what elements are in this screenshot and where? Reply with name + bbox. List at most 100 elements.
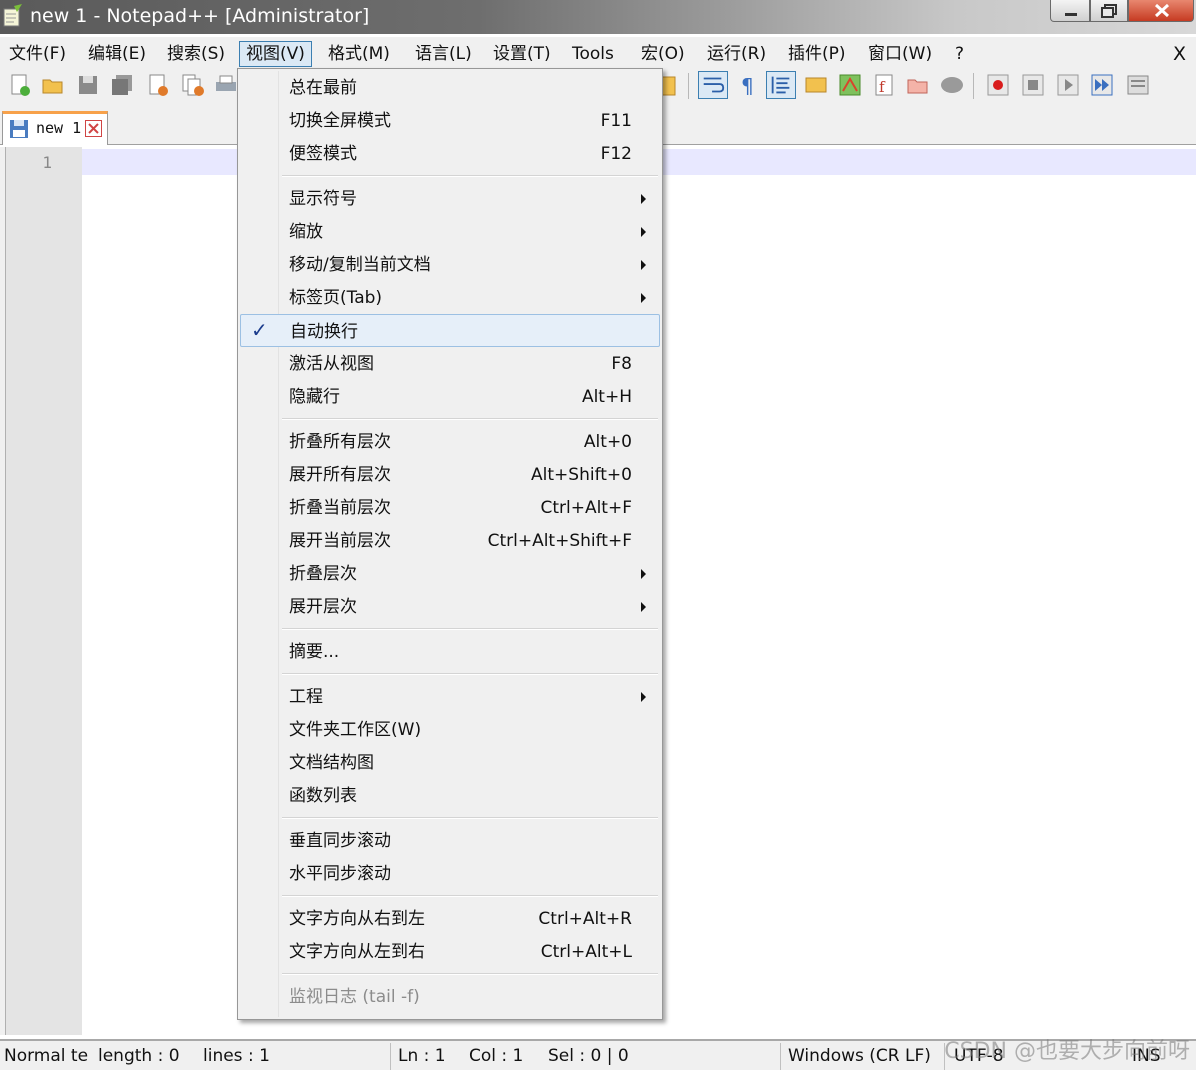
menu-item-label: 显示符号 <box>289 189 357 209</box>
menu-item-label: 折叠层次 <box>289 564 357 584</box>
status-column: Col : 1 <box>469 1046 524 1066</box>
view-menu-item[interactable]: 切换全屏模式 F11 <box>240 104 660 137</box>
view-menu-item[interactable]: 工程 <box>240 680 660 713</box>
menu-run[interactable]: 运行(R) <box>707 41 766 67</box>
menu-edit[interactable]: 编辑(E) <box>88 41 146 67</box>
run-macro-multiple-icon[interactable] <box>1090 73 1114 97</box>
close-window-button[interactable] <box>1128 0 1194 22</box>
maximize-button[interactable] <box>1090 0 1128 22</box>
view-menu-dropdown: 总在最前 切换全屏模式 F11 便签模式 F12 显示符号缩放 移动/复制当前文档 标签页(T… <box>237 68 663 1020</box>
menu-view[interactable]: 视图(V) <box>239 41 312 67</box>
menu-item-label: 隐藏行 <box>289 387 340 407</box>
view-menu-item[interactable]: 展开层次 <box>240 590 660 623</box>
minimize-button[interactable] <box>1050 0 1090 22</box>
show-all-chars-icon[interactable]: ¶ <box>736 73 760 97</box>
restore-icon <box>1101 4 1117 18</box>
checkmark-icon: ✓ <box>251 318 268 342</box>
menu-item-label: 展开层次 <box>289 597 357 617</box>
status-separator <box>780 1043 781 1070</box>
view-menu-item[interactable]: 函数列表 <box>240 779 660 812</box>
menu-item-label: 切换全屏模式 <box>289 111 391 131</box>
view-menu-item[interactable]: 水平同步滚动 <box>240 857 660 890</box>
save-macro-icon[interactable] <box>1126 73 1150 97</box>
saved-file-icon <box>10 120 28 138</box>
tab-close-icon[interactable] <box>85 120 102 137</box>
view-menu-item[interactable]: 移动/复制当前文档 <box>240 248 660 281</box>
view-menu-item[interactable]: 展开所有层次 Alt+Shift+0 <box>240 458 660 491</box>
menu-item-label: 折叠当前层次 <box>289 498 391 518</box>
save-icon[interactable] <box>76 73 100 97</box>
menu-item-shortcut: Ctrl+Alt+R <box>538 909 632 929</box>
menu-language[interactable]: 语言(L) <box>415 41 472 67</box>
watermark: CSDN @也要大步向前呀 <box>944 1039 1190 1064</box>
view-menu-item[interactable]: 文字方向从右到左 Ctrl+Alt+R <box>240 902 660 935</box>
document-map-icon[interactable] <box>838 73 862 97</box>
view-menu-item[interactable]: 缩放 <box>240 215 660 248</box>
folder-workspace-icon[interactable] <box>906 73 930 97</box>
tab-new-1[interactable]: new 1 <box>2 111 108 145</box>
view-menu-item[interactable]: 文字方向从左到右 Ctrl+Alt+L <box>240 935 660 968</box>
status-line: Ln : 1 <box>398 1046 446 1066</box>
view-menu-item: 监视日志 (tail -f) <box>240 980 660 1013</box>
view-menu-item[interactable]: 折叠当前层次 Ctrl+Alt+F <box>240 491 660 524</box>
view-menu-item[interactable]: ✓ 自动换行 <box>240 314 660 347</box>
view-menu-item[interactable]: 总在最前 <box>240 71 660 104</box>
status-selection: Sel : 0 | 0 <box>548 1046 629 1066</box>
menu-separator <box>282 973 658 975</box>
menu-macro[interactable]: 宏(O) <box>641 41 685 67</box>
close-all-icon[interactable] <box>181 73 205 97</box>
menu-search[interactable]: 搜索(S) <box>167 41 225 67</box>
view-menu-item[interactable]: 展开当前层次 Ctrl+Alt+Shift+F <box>240 524 660 557</box>
svg-text:¶: ¶ <box>741 74 754 97</box>
menu-item-label: 展开所有层次 <box>289 465 391 485</box>
view-menu-item[interactable]: 文档结构图 <box>240 746 660 779</box>
menu-file[interactable]: 文件(F) <box>9 41 66 67</box>
menu-item-shortcut: Ctrl+Alt+Shift+F <box>487 531 632 551</box>
user-lang-icon[interactable] <box>804 73 828 97</box>
menu-format[interactable]: 格式(M) <box>328 41 390 67</box>
view-menu-item[interactable]: 摘要... <box>240 635 660 668</box>
menu-settings[interactable]: 设置(T) <box>493 41 551 67</box>
view-menu-item[interactable]: 显示符号 <box>240 182 660 215</box>
window-title: new 1 - Notepad++ [Administrator] <box>30 5 370 27</box>
submenu-arrow-icon <box>641 602 646 612</box>
line-number: 1 <box>42 153 52 172</box>
function-list-icon[interactable]: f <box>872 73 896 97</box>
print-icon[interactable] <box>214 73 238 97</box>
view-menu-item[interactable]: 标签页(Tab) <box>240 281 660 314</box>
record-macro-icon[interactable] <box>986 73 1010 97</box>
menu-separator <box>282 895 658 897</box>
status-separator <box>390 1043 391 1070</box>
toolbar-separator <box>973 73 974 99</box>
close-file-icon[interactable] <box>146 73 170 97</box>
view-menu-item[interactable]: 激活从视图 F8 <box>240 347 660 380</box>
monitoring-icon[interactable] <box>940 73 964 97</box>
menu-item-shortcut: Alt+0 <box>583 432 632 452</box>
submenu-arrow-icon <box>641 260 646 270</box>
view-menu-item[interactable]: 折叠层次 <box>240 557 660 590</box>
indent-guide-icon[interactable] <box>766 71 796 99</box>
view-menu-item[interactable]: 便签模式 F12 <box>240 137 660 170</box>
status-lines: lines : 1 <box>203 1046 270 1066</box>
menu-item-label: 便签模式 <box>289 144 357 164</box>
view-menu-item[interactable]: 文件夹工作区(W) <box>240 713 660 746</box>
menu-window[interactable]: 窗口(W) <box>868 41 932 67</box>
open-file-icon[interactable] <box>41 73 65 97</box>
new-file-icon[interactable] <box>8 73 32 97</box>
close-document-button[interactable]: X <box>1173 41 1186 67</box>
view-menu-item[interactable]: 隐藏行 Alt+H <box>240 380 660 413</box>
menu-tools[interactable]: Tools <box>572 41 614 67</box>
close-icon <box>1154 3 1170 18</box>
submenu-arrow-icon <box>641 293 646 303</box>
submenu-arrow-icon <box>641 227 646 237</box>
menu-separator <box>282 175 658 177</box>
menu-plugins[interactable]: 插件(P) <box>788 41 846 67</box>
menu-help[interactable]: ? <box>955 41 964 67</box>
stop-macro-icon[interactable] <box>1021 73 1045 97</box>
save-all-icon[interactable] <box>110 73 134 97</box>
toolbar-separator <box>688 73 689 99</box>
word-wrap-icon[interactable] <box>698 71 728 99</box>
view-menu-item[interactable]: 垂直同步滚动 <box>240 824 660 857</box>
view-menu-item[interactable]: 折叠所有层次 Alt+0 <box>240 425 660 458</box>
play-macro-icon[interactable] <box>1056 73 1080 97</box>
